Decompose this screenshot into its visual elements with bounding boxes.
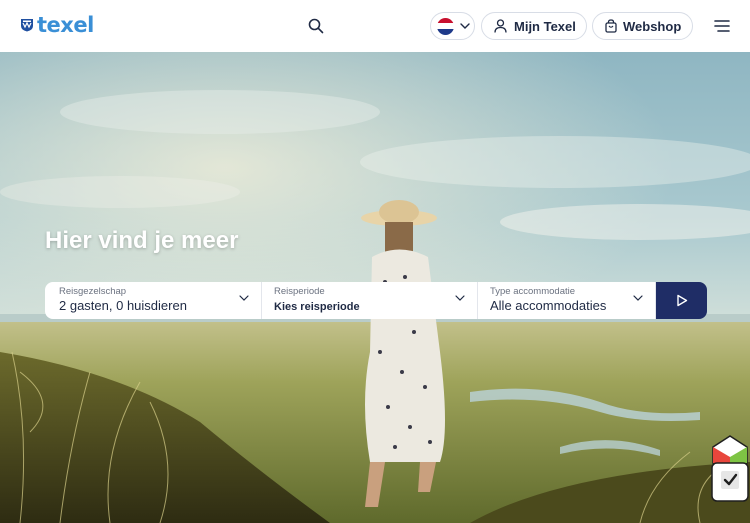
period-field[interactable]: Reisperiode Kies reisperiode [262,282,478,319]
webshop-button[interactable]: Webshop [592,12,693,40]
site-header: texel Mijn Texel Webshop [0,0,750,52]
cookie-consent-widget[interactable] [711,433,749,503]
account-label: Mijn Texel [514,18,576,34]
webshop-label: Webshop [623,18,682,34]
user-icon [494,19,507,33]
search-button[interactable] [304,14,328,38]
checkmark-box-icon [711,435,749,502]
hero-section: Hier vind je meer Reisgezelschap 2 gaste… [0,52,750,523]
texel-logo[interactable]: texel [20,13,94,37]
chevron-down-icon [460,23,470,29]
party-value: 2 gasten, 0 huisdieren [59,298,187,313]
play-arrow-icon [676,294,687,307]
search-icon [308,18,324,34]
hamburger-menu-icon [714,20,730,32]
hero-title: Hier vind je meer [45,227,239,254]
account-button[interactable]: Mijn Texel [481,12,587,40]
chevron-down-icon [239,295,249,301]
shopping-bag-icon [605,19,617,33]
accommodation-label: Type accommodatie [490,286,576,297]
accommodation-type-field[interactable]: Type accommodatie Alle accommodaties [478,282,656,319]
period-label: Reisperiode [274,286,325,297]
flag-nl-icon [437,17,454,35]
accommodation-search-form: Reisgezelschap 2 gasten, 0 huisdieren Re… [45,282,707,319]
shield-icon [21,19,33,32]
period-value: Kies reisperiode [274,301,360,313]
accommodation-value: Alle accommodaties [490,298,607,313]
logo-text: texel [37,13,94,37]
menu-button[interactable] [713,17,731,35]
party-label: Reisgezelschap [59,286,127,297]
chevron-down-icon [633,295,643,301]
party-field[interactable]: Reisgezelschap 2 gasten, 0 huisdieren [45,282,262,319]
search-submit-button[interactable] [656,282,707,319]
chevron-down-icon [455,295,465,301]
language-selector[interactable] [430,12,475,40]
